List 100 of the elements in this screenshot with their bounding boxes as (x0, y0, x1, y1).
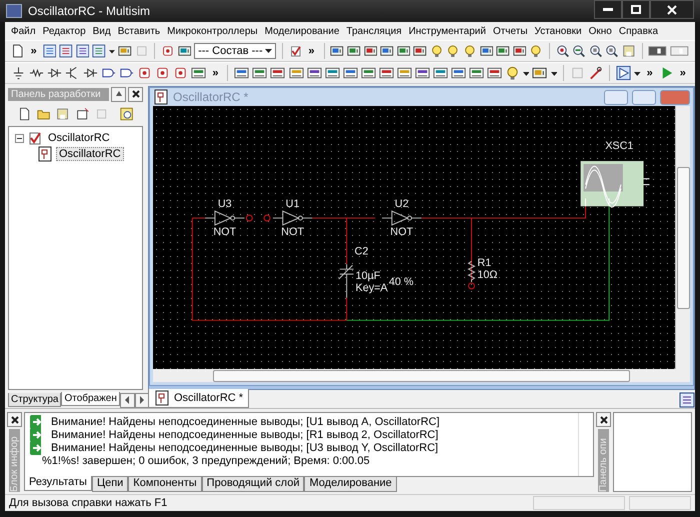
key-label: Key=A (356, 282, 388, 294)
chip-icon[interactable] (173, 65, 188, 81)
schematic-icon[interactable] (153, 89, 169, 105)
menu-item[interactable]: Вставить (118, 26, 160, 36)
results-tab[interactable]: Компоненты (128, 477, 202, 492)
menu-item[interactable]: Справка (618, 26, 658, 36)
bulb-icon[interactable] (504, 65, 520, 81)
schematic-icon[interactable] (37, 146, 53, 162)
probe-icon[interactable] (588, 65, 604, 81)
zoom-area-icon[interactable] (588, 43, 602, 59)
meter-icon[interactable] (324, 65, 340, 81)
close-button[interactable] (7, 412, 22, 427)
instrument-icon[interactable] (532, 65, 548, 81)
results-tab[interactable]: Результаты (24, 476, 92, 491)
menu-item[interactable]: Моделирование (264, 26, 340, 36)
chip-icon[interactable] (137, 65, 152, 81)
minimize-button[interactable] (594, 0, 622, 19)
pin-button[interactable] (111, 86, 126, 102)
results-tab[interactable]: Моделирование (304, 477, 397, 492)
overflow-chevron[interactable]: » (209, 67, 222, 79)
tree-item[interactable]: OscillatorRC (56, 147, 124, 161)
clock-icon[interactable] (120, 106, 134, 122)
view-icon[interactable] (76, 43, 90, 59)
view-icon[interactable] (42, 43, 56, 59)
close-button[interactable] (596, 412, 611, 427)
menu-item[interactable]: Файл (11, 26, 36, 36)
overflow-chevron[interactable]: » (676, 67, 689, 79)
panel-tab[interactable]: Отображен (61, 392, 120, 406)
save-icon[interactable] (622, 43, 636, 59)
horizontal-scrollbar[interactable] (153, 369, 690, 382)
menu-item[interactable]: Трансляция (346, 26, 402, 36)
capacitance-value: 10µF (356, 270, 380, 282)
maximize-button[interactable] (622, 0, 650, 19)
meter-icon[interactable] (360, 65, 376, 81)
schematic-icon[interactable] (154, 390, 170, 406)
gate-type-label: NOT (281, 226, 304, 238)
menu-item[interactable]: Микроконтроллеры (167, 26, 258, 36)
meter-icon[interactable] (486, 65, 502, 81)
zoom-out-icon[interactable] (572, 43, 586, 59)
new-file-icon[interactable] (11, 43, 25, 59)
close-icon (667, 4, 677, 14)
menu-item[interactable]: Редактор (42, 26, 86, 36)
triangle-icon[interactable] (616, 65, 632, 81)
bulb-icon[interactable] (529, 43, 543, 59)
component-dropdown[interactable]: --- Состав --- (194, 43, 276, 59)
meter-icon[interactable] (306, 65, 322, 81)
zoom-fit-icon[interactable] (605, 43, 620, 59)
menu-item[interactable]: Установки (534, 26, 582, 36)
window-icon[interactable] (76, 106, 89, 122)
chip-icon[interactable] (155, 65, 170, 81)
menu-item[interactable]: Вид (92, 26, 111, 36)
panel-tab[interactable]: Структура (8, 393, 62, 407)
results-tab[interactable]: Цепи (92, 477, 128, 492)
meter-icon[interactable] (191, 65, 206, 81)
new-file-icon[interactable] (18, 106, 32, 122)
arrow-right-icon[interactable] (29, 440, 41, 456)
panel-title: Панель разработки (8, 88, 109, 100)
resistor (467, 260, 476, 282)
document-tab[interactable]: OscillatorRC * (148, 389, 250, 408)
bulb-icon[interactable] (430, 43, 444, 59)
overflow-chevron[interactable]: » (28, 45, 40, 57)
overflow-chevron[interactable]: » (305, 45, 318, 57)
view-icon[interactable] (679, 392, 695, 408)
meter-icon[interactable] (342, 65, 358, 81)
meter-icon[interactable] (270, 65, 286, 81)
menu-item[interactable]: Инструментарий (408, 26, 486, 36)
menu-item[interactable]: Отчеты (492, 26, 528, 36)
meter-icon[interactable] (288, 65, 304, 81)
close-icon (10, 416, 18, 424)
close-button[interactable] (128, 86, 143, 102)
meter-icon[interactable] (252, 65, 268, 81)
warning-message: Внимание! Найдены неподсоединенные выводы; [U1 вывод A, OscillatorRC] (51, 416, 440, 428)
zoom-in-icon[interactable] (556, 43, 570, 59)
collapse-icon[interactable] (15, 134, 24, 142)
meter-icon[interactable] (378, 65, 394, 81)
view-icon[interactable] (92, 43, 106, 59)
results-tab[interactable]: Проводящий слой (202, 477, 304, 492)
menu-item[interactable]: Окно (588, 26, 612, 36)
meter-icon[interactable] (432, 65, 448, 81)
arrow-right-icon[interactable] (29, 414, 41, 430)
scroll-left-button[interactable] (120, 392, 135, 408)
meter-icon[interactable] (450, 65, 466, 81)
bulb-icon[interactable] (446, 43, 460, 59)
vertical-scrollbar[interactable] (675, 106, 690, 369)
overflow-chevron[interactable]: » (644, 67, 656, 79)
close-button[interactable] (650, 0, 694, 19)
tree-item[interactable]: OscillatorRC (46, 132, 112, 144)
bulb-icon[interactable] (462, 43, 477, 59)
meter-icon[interactable] (414, 65, 430, 81)
view-icon[interactable] (59, 43, 73, 59)
oscilloscope-label: XSC1 (605, 140, 634, 152)
document-title: OscillatorRC * (173, 90, 250, 104)
meter-icon[interactable] (396, 65, 412, 81)
meter-icon[interactable] (234, 65, 250, 81)
warning-message: Внимание! Найдены неподсоединенные выводы; [R1 вывод 2, OscillatorRC] (51, 428, 438, 440)
gate-label: U2 (394, 198, 409, 210)
meter-icon[interactable] (468, 65, 484, 81)
save-icon[interactable] (56, 106, 70, 122)
summary-message: %1!%s! завершен; 0 ошибок, 3 предупреждений; Время: 0:00.05 (42, 454, 370, 466)
check-icon[interactable] (27, 130, 43, 146)
